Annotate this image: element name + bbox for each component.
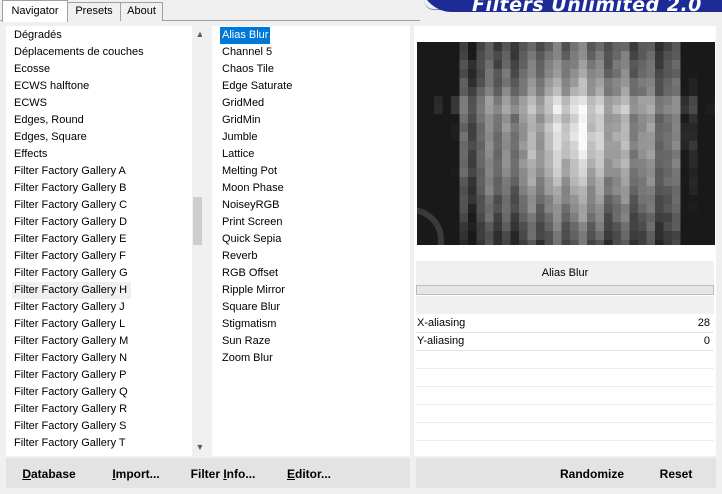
category-item[interactable]: Edges, Round (14, 112, 84, 129)
editor-button[interactable]: Editor... (282, 458, 336, 488)
category-item[interactable]: Filter Factory Gallery S (14, 418, 126, 435)
category-list[interactable]: Filter Factory Gallery T Filter Factory G… (6, 26, 202, 456)
parameter-row-x-aliasing[interactable]: X-aliasing 28 (416, 315, 714, 333)
category-item[interactable]: Filter Factory Gallery H (12, 282, 132, 299)
category-item[interactable]: Filter Factory Gallery A (14, 163, 126, 180)
filter-info-button[interactable]: Filter Info... (186, 458, 260, 488)
filter-item[interactable]: Lattice (220, 146, 256, 163)
empty-parameter-row (416, 441, 714, 459)
filter-item[interactable]: Sun Raze (220, 333, 272, 350)
scroll-up-icon[interactable]: ▲ (192, 26, 202, 43)
category-item[interactable]: Filter Factory Gallery B (14, 180, 126, 197)
empty-parameter-row (416, 387, 714, 405)
parameter-row-y-aliasing[interactable]: Y-aliasing 0 (416, 333, 714, 351)
category-scrollbar[interactable]: ▲ ▼ (192, 26, 202, 456)
brand-title: Filters Unlimited 2.0 (472, 0, 702, 16)
empty-parameter-row (416, 423, 714, 441)
empty-parameter-row (416, 351, 714, 369)
category-item[interactable]: Ecosse (14, 61, 50, 78)
parameter-header (416, 296, 714, 314)
category-item[interactable]: ECWS (14, 95, 47, 112)
filter-item[interactable]: RGB Offset (220, 265, 280, 282)
category-item[interactable]: Filter Factory Gallery P (14, 367, 126, 384)
parameter-name: Y-aliasing (417, 335, 465, 347)
category-item[interactable]: Filter Factory Gallery G (14, 265, 128, 282)
filter-item[interactable]: GridMed (220, 95, 266, 112)
filter-item[interactable]: Stigmatism (220, 316, 278, 333)
filter-item[interactable]: Square Blur (220, 299, 282, 316)
filter-item[interactable]: Jumble (220, 129, 259, 146)
filter-item[interactable]: Zoom Blur (220, 350, 275, 367)
parameter-name: X-aliasing (417, 317, 466, 329)
import-button[interactable]: Import... (106, 458, 166, 488)
category-item[interactable]: Filter Factory Gallery D (14, 214, 127, 231)
filter-item[interactable]: Moon Phase (220, 180, 286, 197)
filter-item[interactable]: NoiseyRGB (220, 197, 281, 214)
filter-item[interactable]: Print Screen (220, 214, 285, 231)
filter-item[interactable]: Melting Pot (220, 163, 279, 180)
category-item[interactable]: Filter Factory Gallery C (14, 197, 127, 214)
filter-item[interactable]: Channel 5 (220, 44, 274, 61)
category-item[interactable]: Filter Factory Gallery T (14, 435, 126, 452)
database-button[interactable]: Database (14, 458, 84, 488)
category-item[interactable]: Filter Factory Gallery J (14, 299, 125, 316)
filter-item[interactable]: Chaos Tile (220, 61, 276, 78)
category-item[interactable]: Filter Factory Gallery E (14, 231, 126, 248)
filter-settings-panel: Alias Blur X-aliasing 28 Y-aliasing 0 (414, 26, 716, 459)
filter-item[interactable]: Edge Saturate (220, 78, 294, 95)
filter-item[interactable]: Quick Sepia (220, 231, 283, 248)
scroll-thumb[interactable] (193, 197, 202, 245)
category-item[interactable]: Edges, Square (14, 129, 87, 146)
category-item[interactable]: Filter Factory Gallery N (14, 350, 127, 367)
filter-item[interactable]: Ripple Mirror (220, 282, 287, 299)
parameter-value[interactable]: 28 (698, 315, 710, 332)
category-item[interactable]: Filter Factory Gallery Q (14, 384, 128, 401)
category-item[interactable]: Filter Factory Gallery R (14, 401, 127, 418)
category-item[interactable]: Effects (14, 146, 47, 163)
tab-about[interactable]: About (120, 2, 163, 21)
filter-item[interactable]: Reverb (220, 248, 259, 265)
parameter-value[interactable]: 0 (704, 333, 710, 350)
category-item[interactable]: Filter Factory Gallery M (14, 333, 128, 350)
preview-canvas (417, 42, 715, 245)
filter-title: Alias Blur (416, 261, 714, 285)
scroll-down-icon[interactable]: ▼ (192, 439, 202, 456)
category-item[interactable]: Filter Factory Gallery L (14, 316, 125, 333)
tab-bar: Navigator Presets About Filters Unlimite… (0, 0, 722, 22)
category-item[interactable]: Filter Factory Gallery F (14, 248, 126, 265)
preview-image (417, 42, 715, 245)
empty-parameter-row (416, 405, 714, 423)
tab-presets[interactable]: Presets (67, 2, 121, 21)
randomize-button[interactable]: Randomize (552, 458, 632, 488)
filter-item[interactable]: GridMin (220, 112, 263, 129)
category-item[interactable]: Déplacements de couches (14, 44, 144, 61)
progress-bar (416, 285, 714, 295)
brand-banner: Filters Unlimited 2.0 (420, 0, 722, 16)
filter-item[interactable]: Alias Blur (220, 27, 271, 44)
tab-navigator[interactable]: Navigator (2, 0, 68, 22)
reset-button[interactable]: Reset (648, 458, 704, 488)
category-item[interactable]: Dégradés (14, 27, 62, 44)
filter-list[interactable]: Alias Blur Channel 5 Chaos Tile Edge Satura… (212, 26, 410, 456)
empty-parameter-row (416, 369, 714, 387)
category-item[interactable]: ECWS halftone (14, 78, 89, 95)
